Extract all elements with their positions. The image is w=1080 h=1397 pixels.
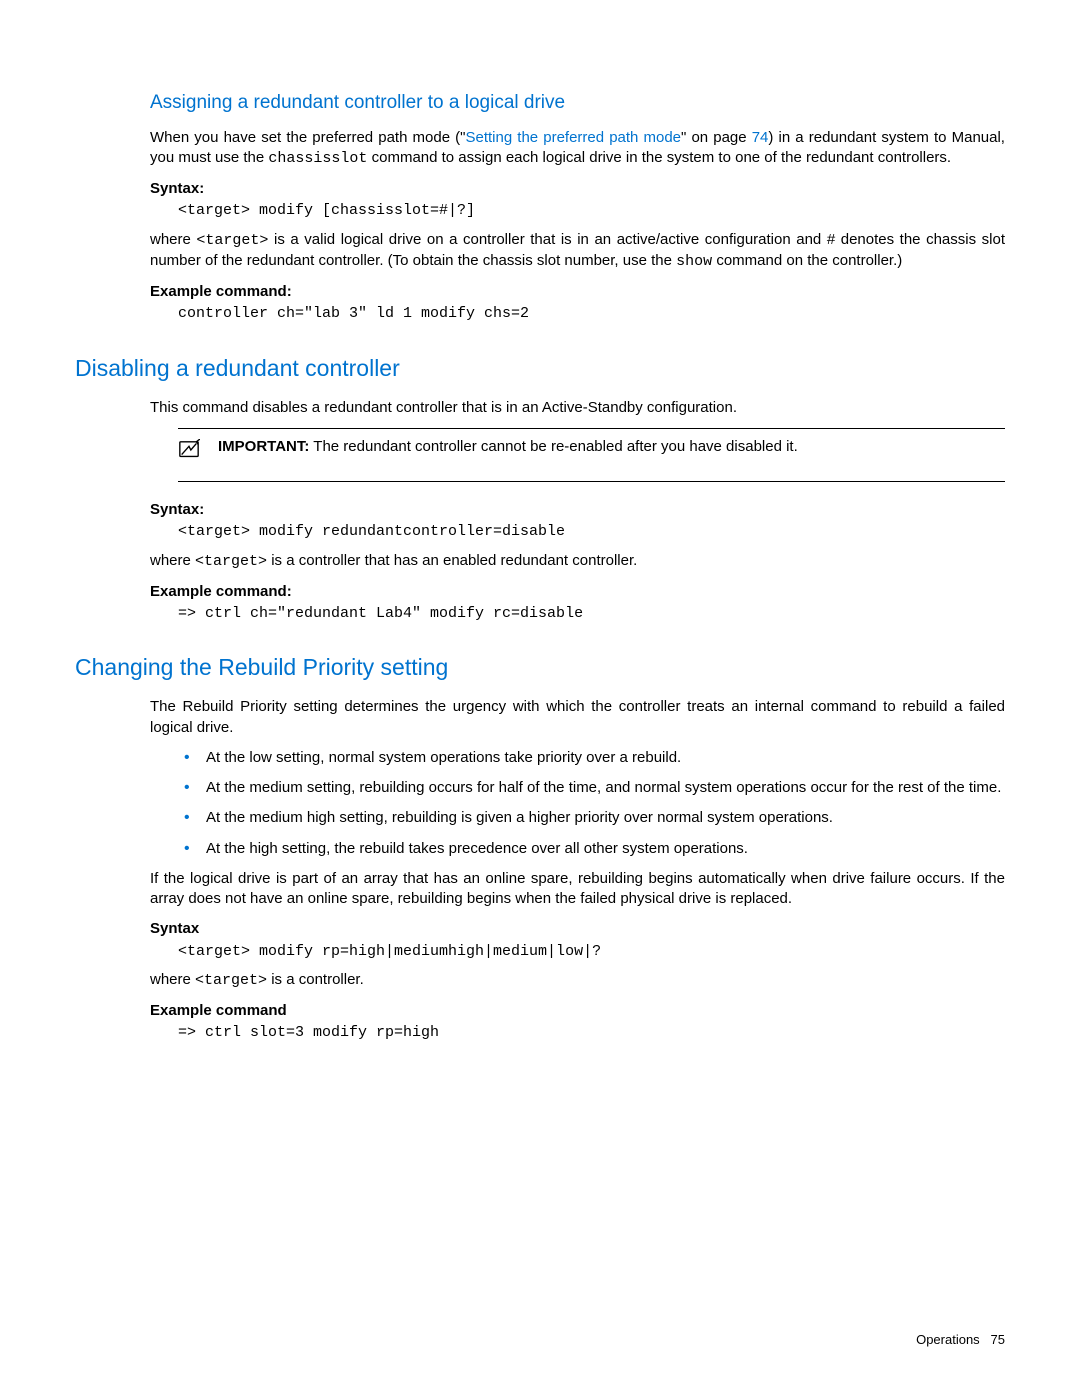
example-code: => ctrl ch="redundant Lab4" modify rc=di… <box>150 604 1005 624</box>
list-item: At the medium high setting, rebuilding i… <box>178 808 1005 828</box>
section3-body: The Rebuild Priority setting determines … <box>75 697 1005 1043</box>
rebuild-bullet-list: At the low setting, normal system operat… <box>150 748 1005 859</box>
text: where <box>150 552 195 569</box>
text: command to assign each logical drive in … <box>367 149 951 166</box>
text: When you have set the preferred path mod… <box>150 129 465 146</box>
syntax-label: Syntax <box>150 919 1005 939</box>
syntax-label: Syntax: <box>150 179 1005 199</box>
example-label: Example command: <box>150 282 1005 302</box>
list-item: At the medium setting, rebuilding occurs… <box>178 778 1005 798</box>
important-text: IMPORTANT: The redundant controller cann… <box>218 437 1005 457</box>
section1-para1: When you have set the preferred path mod… <box>150 128 1005 170</box>
example-label: Example command: <box>150 582 1005 602</box>
important-body: The redundant controller cannot be re-en… <box>309 438 797 455</box>
important-label: IMPORTANT: <box>218 438 309 455</box>
text: is a controller that has an enabled redu… <box>267 552 637 569</box>
code-chassisslot: chassisslot <box>268 150 367 167</box>
section2-para1: This command disables a redundant contro… <box>150 398 1005 418</box>
section2-para2: where <target> is a controller that has … <box>150 551 1005 572</box>
section1-body: When you have set the preferred path mod… <box>75 128 1005 325</box>
section-heading-disabling: Disabling a redundant controller <box>75 353 1005 384</box>
syntax-code: <target> modify redundantcontroller=disa… <box>150 522 1005 542</box>
syntax-label: Syntax: <box>150 500 1005 520</box>
list-item: At the low setting, normal system operat… <box>178 748 1005 768</box>
list-item: At the high setting, the rebuild takes p… <box>178 839 1005 859</box>
text: where <box>150 971 195 988</box>
section3-para3: where <target> is a controller. <box>150 970 1005 991</box>
footer-title: Operations <box>916 1332 980 1347</box>
code-target: <target> <box>195 553 267 570</box>
section1-para2: where <target> is a valid logical drive … <box>150 230 1005 273</box>
text: where <box>150 231 196 248</box>
page-container: Assigning a redundant controller to a lo… <box>0 0 1080 1397</box>
footer-page-number: 75 <box>991 1332 1005 1347</box>
code-show: show <box>676 253 712 270</box>
text: is a controller. <box>267 971 364 988</box>
code-target: <target> <box>196 232 268 249</box>
page-footer: Operations 75 <box>916 1331 1005 1349</box>
example-code: controller ch="lab 3" ld 1 modify chs=2 <box>150 304 1005 324</box>
important-icon <box>178 439 200 467</box>
syntax-code: <target> modify rp=high|mediumhigh|mediu… <box>150 942 1005 962</box>
section-heading-rebuild-priority: Changing the Rebuild Priority setting <box>75 652 1005 683</box>
example-code: => ctrl slot=3 modify rp=high <box>150 1023 1005 1043</box>
section2-body: This command disables a redundant contro… <box>75 398 1005 625</box>
code-target: <target> <box>195 972 267 989</box>
syntax-code: <target> modify [chassisslot=#|?] <box>150 201 1005 221</box>
section3-para1: The Rebuild Priority setting determines … <box>150 697 1005 738</box>
subheading-assigning: Assigning a redundant controller to a lo… <box>75 90 1005 116</box>
link-page-74[interactable]: 74 <box>752 129 769 146</box>
link-preferred-path-mode[interactable]: Setting the preferred path mode <box>465 129 681 146</box>
example-label: Example command <box>150 1001 1005 1021</box>
section3-para2: If the logical drive is part of an array… <box>150 869 1005 910</box>
text: command on the controller.) <box>712 252 902 269</box>
text: " on page <box>681 129 752 146</box>
important-note: IMPORTANT: The redundant controller cann… <box>178 428 1005 482</box>
